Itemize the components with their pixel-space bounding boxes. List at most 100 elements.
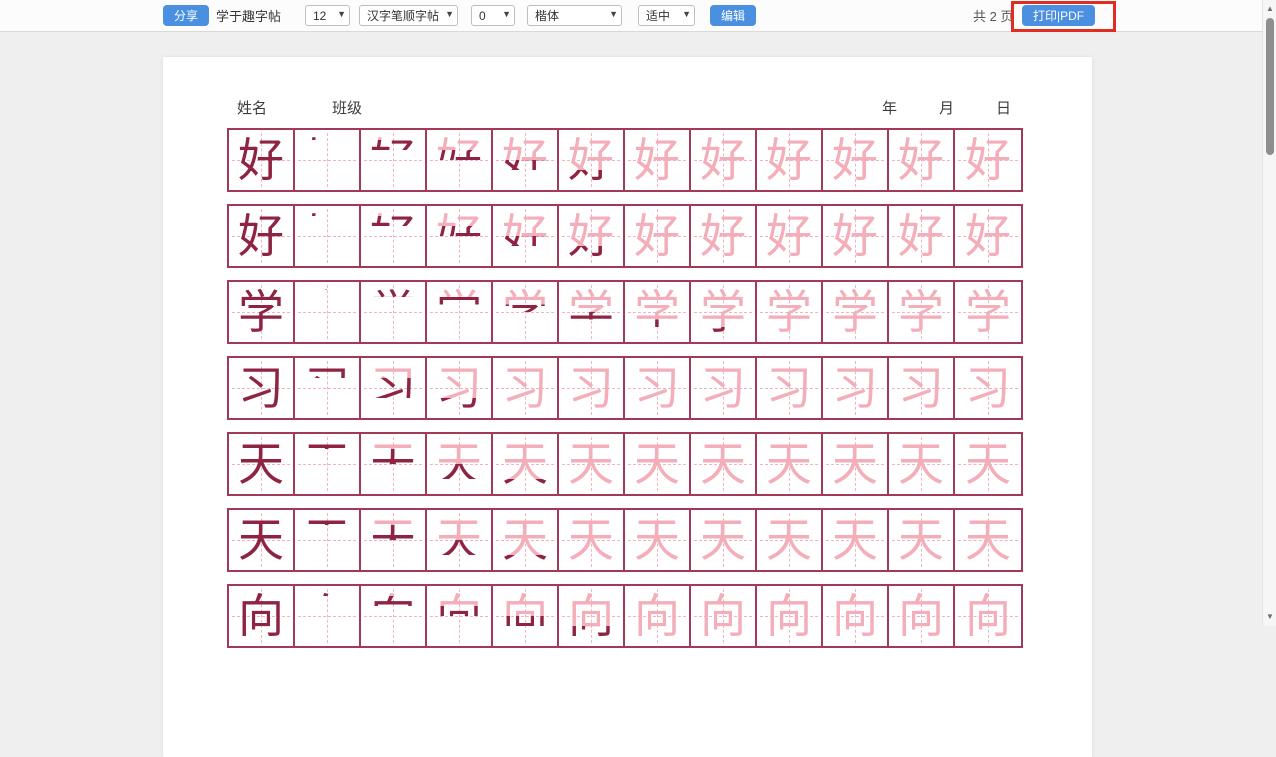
grid-cell: 好 (889, 206, 955, 266)
grid-cell: 好 (229, 206, 295, 266)
character-glyph: 习 (559, 358, 623, 418)
character-glyph: 学 (823, 282, 887, 342)
character-glyph: 向 (823, 586, 887, 646)
character-glyph: 好 (691, 130, 755, 190)
grid-cell: 天天 (427, 510, 493, 570)
grid-cell: 向 (955, 586, 1021, 646)
character-glyph: 向 (229, 586, 293, 646)
grid-cell: 好 (757, 206, 823, 266)
scroll-up-arrow-icon[interactable]: ▲ (1263, 2, 1276, 16)
character-glyph: 向 (691, 586, 755, 646)
grid-cell: 习习 (361, 358, 427, 418)
character-glyph: 天 (955, 434, 1021, 494)
grid-cell: 习 (229, 358, 295, 418)
grid-cell: 向向 (625, 586, 691, 646)
character-glyph: 好 (823, 206, 887, 266)
font-size-select[interactable]: 12 (305, 5, 350, 26)
template-select[interactable]: 汉字笔顺字帖 (359, 5, 458, 26)
grid-cell: 天 (229, 434, 295, 494)
character-glyph: 习 (823, 358, 887, 418)
character-glyph: 习 (625, 358, 689, 418)
character-glyph: 天 (559, 510, 623, 570)
grid-cell: 天 (823, 510, 889, 570)
character-glyph: 好 (757, 130, 821, 190)
grid-cell: 向向 (295, 586, 361, 646)
grid-cell: 好 (889, 130, 955, 190)
grid-cell: 好 (823, 206, 889, 266)
grid-cell: 向 (691, 586, 757, 646)
scrollbar-thumb[interactable] (1266, 18, 1274, 155)
grid-cell: 向 (757, 586, 823, 646)
grid-row: 习习习习习习习习习习习习习习习 (227, 356, 1023, 420)
share-button[interactable]: 分享 (163, 5, 209, 26)
grid-cell: 好好 (625, 206, 691, 266)
guide-line-vertical (327, 209, 328, 263)
character-glyph: 学 (955, 282, 1021, 342)
grid-row: 好好好好好好好好好好好好好好好好好好 (227, 128, 1023, 192)
app-title: 学于趣字帖 (216, 5, 281, 26)
character-glyph: 好 (229, 206, 293, 266)
character-glyph: 习 (757, 358, 821, 418)
character-glyph: 天 (625, 434, 689, 494)
grid-cell: 习 (955, 358, 1021, 418)
character-glyph: 天 (625, 510, 689, 570)
character-glyph: 好 (757, 206, 821, 266)
scroll-down-arrow-icon[interactable]: ▼ (1263, 610, 1276, 624)
character-glyph: 学 (757, 282, 821, 342)
grid-cell: 天 (889, 434, 955, 494)
grid-cell: 好好 (361, 206, 427, 266)
grid-cell: 天 (889, 510, 955, 570)
grid-row: 学学学学学学学学学学学学学学学学学学学学 (227, 280, 1023, 344)
grid-cell: 好 (691, 130, 757, 190)
grid-cell: 向向 (361, 586, 427, 646)
grid-cell: 向向 (493, 586, 559, 646)
edit-button[interactable]: 编辑 (710, 5, 756, 26)
character-glyph: 天 (955, 510, 1021, 570)
grid-cell: 天 (691, 434, 757, 494)
grid-cell: 好 (823, 130, 889, 190)
grid-cell: 好好 (427, 206, 493, 266)
practice-grid: 好好好好好好好好好好好好好好好好好好好好好好好好好好好好好好好好好好好好学学学学… (227, 128, 1027, 660)
font-style-select[interactable]: 楷体 (527, 5, 622, 26)
grid-cell: 好好 (295, 130, 361, 190)
character-glyph: 习 (493, 358, 557, 418)
character-glyph: 习 (955, 358, 1021, 418)
grid-cell: 习习 (295, 358, 361, 418)
density-select[interactable]: 适中 (638, 5, 695, 26)
grid-cell: 学学 (691, 282, 757, 342)
stroke-offset-select[interactable]: 0 (471, 5, 515, 26)
year-label: 年 (882, 97, 897, 118)
grid-cell: 天天 (427, 434, 493, 494)
grid-cell: 天天 (361, 510, 427, 570)
grid-cell: 天天 (295, 434, 361, 494)
character-glyph: 向 (889, 586, 953, 646)
grid-cell: 习 (559, 358, 625, 418)
character-glyph: 天 (229, 510, 293, 570)
grid-cell: 向 (823, 586, 889, 646)
character-glyph: 天 (229, 434, 293, 494)
character-glyph: 学 (229, 282, 293, 342)
grid-cell: 天 (559, 510, 625, 570)
guide-line-vertical (327, 285, 328, 339)
grid-cell: 天 (691, 510, 757, 570)
grid-cell: 天 (625, 510, 691, 570)
grid-cell: 天天 (361, 434, 427, 494)
grid-cell: 天 (757, 434, 823, 494)
character-glyph: 习 (691, 358, 755, 418)
grid-cell: 天天 (493, 434, 559, 494)
character-glyph: 学 (889, 282, 953, 342)
character-glyph: 天 (757, 434, 821, 494)
grid-cell: 学学 (295, 282, 361, 342)
grid-cell: 学学 (493, 282, 559, 342)
grid-cell: 向向 (559, 586, 625, 646)
character-glyph: 好 (229, 130, 293, 190)
character-glyph: 天 (889, 434, 953, 494)
grid-cell: 学 (955, 282, 1021, 342)
grid-cell: 天 (955, 510, 1021, 570)
vertical-scrollbar[interactable]: ▲ ▼ (1262, 0, 1276, 626)
grid-cell: 天天 (295, 510, 361, 570)
grid-cell: 天 (955, 434, 1021, 494)
grid-cell: 天 (229, 510, 295, 570)
print-pdf-button[interactable]: 打印|PDF (1022, 5, 1095, 26)
grid-cell: 习 (625, 358, 691, 418)
